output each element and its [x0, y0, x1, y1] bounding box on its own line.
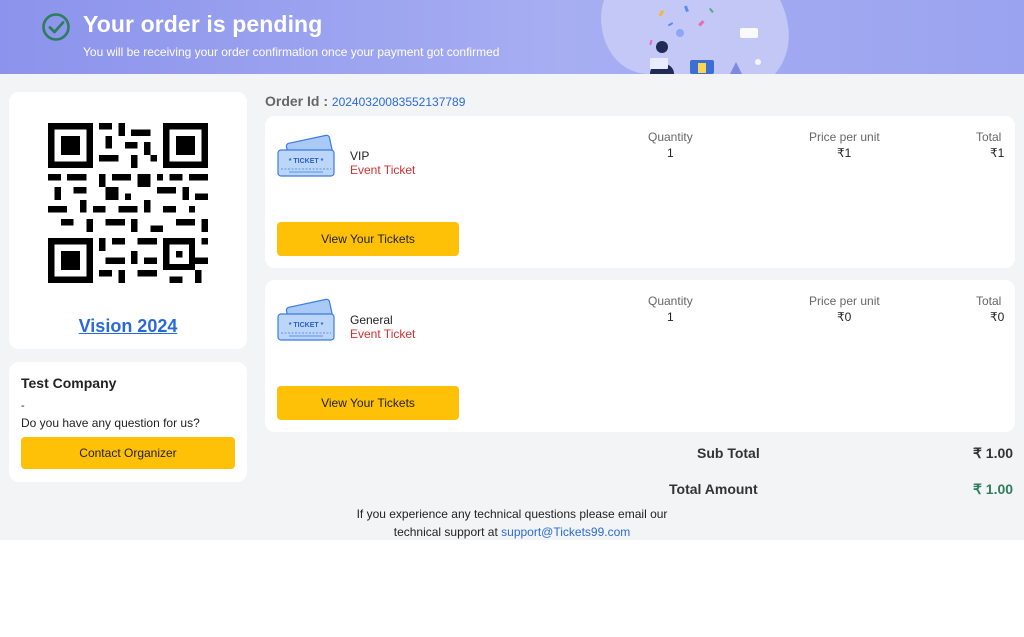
order-status-page: Your order is pending You will be receiv…	[0, 0, 1024, 540]
total-amount-value: ₹ 1.00	[973, 481, 1014, 497]
ticket-icon: * TICKET *	[277, 298, 335, 341]
total-header: Total	[976, 294, 1002, 308]
banner-subtitle: You will be receiving your order confirm…	[83, 45, 500, 59]
organizer-card: Test Company - Do you have any question …	[9, 362, 247, 482]
svg-text:* TICKET *: * TICKET *	[289, 322, 324, 329]
total-header: Total	[976, 130, 1002, 144]
event-qr-card: Vision 2024	[9, 92, 247, 349]
organizer-name: Test Company	[21, 375, 117, 391]
support-line-2-text: technical support at	[393, 525, 502, 539]
ticket-type: Event Ticket	[350, 327, 416, 341]
support-email-link[interactable]: support@Tickets99.com	[501, 525, 630, 539]
price-header: Price per unit	[809, 294, 880, 308]
support-note: If you experience any technical question…	[332, 505, 692, 541]
svg-text:* TICKET *: * TICKET *	[289, 158, 324, 165]
person-with-laptop-illustration	[601, 0, 789, 74]
ticket-name: General	[350, 313, 393, 327]
total-value: ₹1	[990, 146, 1005, 160]
organizer-detail: -	[21, 400, 25, 412]
view-tickets-button[interactable]: View Your Tickets	[277, 222, 459, 256]
subtotal-value: ₹ 1.00	[973, 445, 1014, 461]
check-circle-icon	[42, 13, 70, 41]
quantity-header: Quantity	[648, 294, 693, 308]
quantity-value: 1	[667, 310, 674, 324]
ticket-icon: * TICKET *	[277, 134, 335, 177]
order-pending-banner: Your order is pending You will be receiv…	[0, 0, 1024, 74]
price-header: Price per unit	[809, 130, 880, 144]
order-id-value: 20240320083552137789	[331, 95, 466, 109]
support-line-1: If you experience any technical question…	[356, 507, 668, 521]
event-name-link[interactable]: Vision 2024	[9, 316, 247, 337]
banner-title: Your order is pending	[83, 11, 323, 37]
ticket-card: * TICKET * General Event Ticket Quantity…	[265, 280, 1015, 432]
subtotal-label: Sub Total	[697, 445, 760, 461]
order-id: Order Id : 20240320083552137789	[265, 93, 465, 109]
organizer-question: Do you have any question for us?	[21, 416, 200, 430]
qr-code	[48, 123, 208, 283]
total-value: ₹0	[990, 310, 1005, 324]
price-value: ₹1	[837, 146, 852, 160]
contact-organizer-button[interactable]: Contact Organizer	[21, 437, 235, 469]
total-amount-label: Total Amount	[669, 481, 758, 497]
order-id-label: Order Id :	[265, 93, 329, 109]
quantity-header: Quantity	[648, 130, 693, 144]
view-tickets-button[interactable]: View Your Tickets	[277, 386, 459, 420]
price-value: ₹0	[837, 310, 852, 324]
ticket-type: Event Ticket	[350, 163, 416, 177]
ticket-name: VIP	[350, 149, 370, 163]
ticket-card: * TICKET * VIP Event Ticket Quantity 1 P…	[265, 116, 1015, 268]
support-line-2: technical support at support@Tickets99.c…	[332, 523, 692, 541]
quantity-value: 1	[667, 146, 674, 160]
